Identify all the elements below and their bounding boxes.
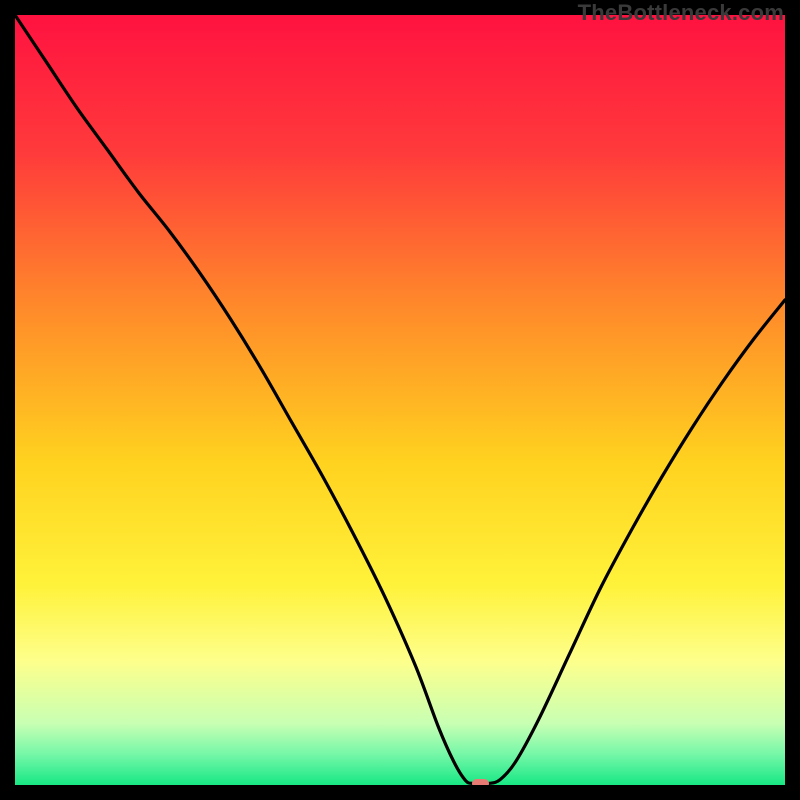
source-watermark: TheBottleneck.com — [578, 0, 784, 26]
bottleneck-curve — [15, 15, 785, 785]
optimum-marker — [472, 779, 489, 785]
chart-frame: TheBottleneck.com — [0, 0, 800, 800]
plot-area — [15, 15, 785, 785]
